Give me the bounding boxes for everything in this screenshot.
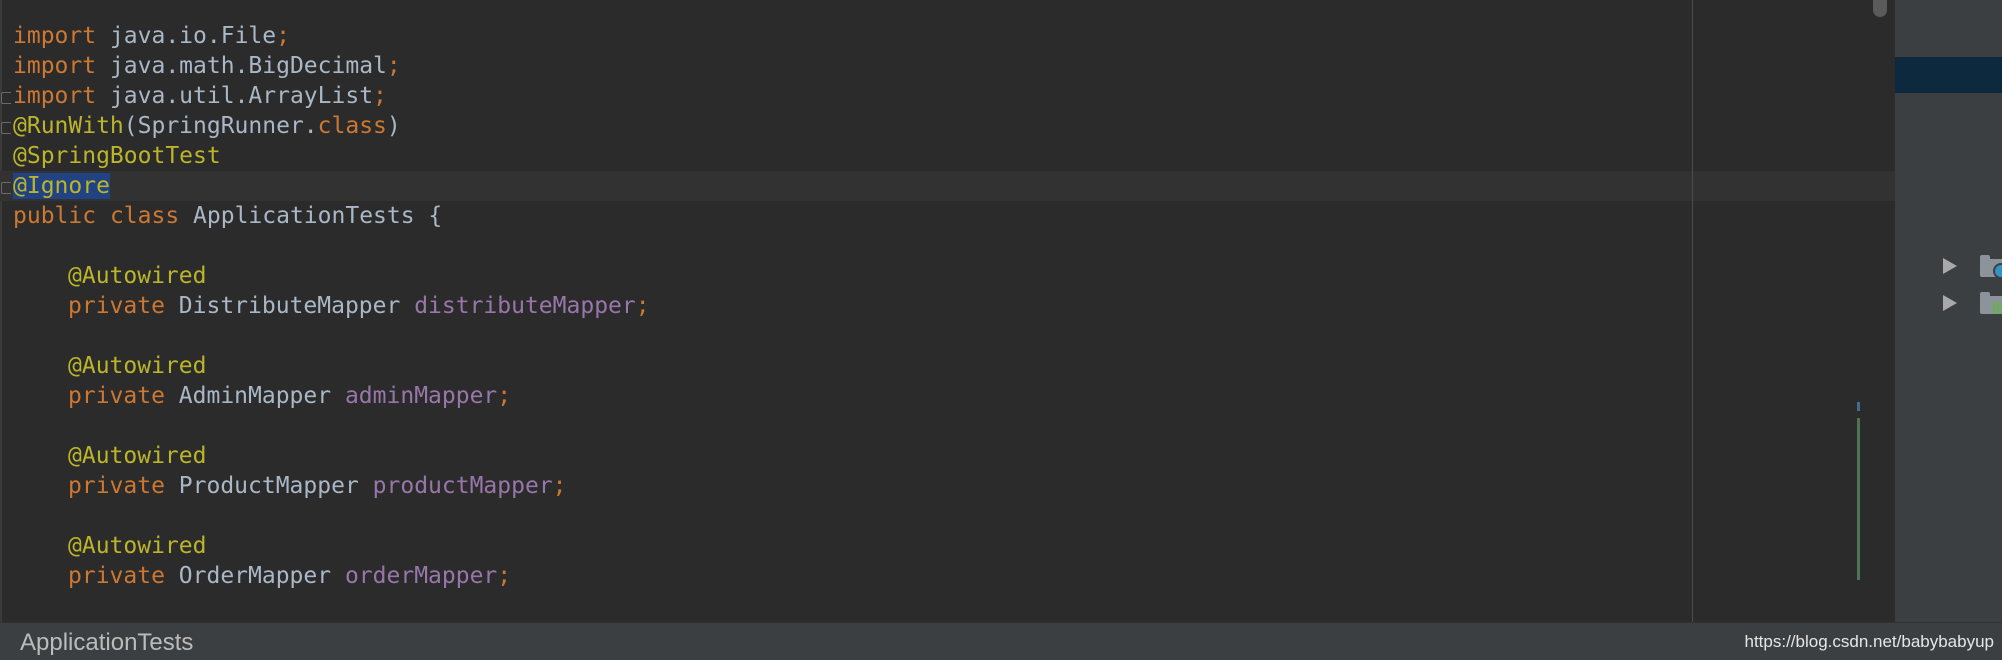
field-type: AdminMapper xyxy=(164,383,345,409)
vcs-change-marker[interactable] xyxy=(1857,418,1860,580)
right-margin-guide xyxy=(1692,0,1693,622)
current-line-highlight xyxy=(0,171,1895,201)
vertical-scrollbar-thumb[interactable] xyxy=(1873,0,1887,17)
selected-tree-row[interactable] xyxy=(1895,57,2002,93)
field-name: distributeMapper xyxy=(414,293,636,319)
keyword-private: private xyxy=(68,293,165,319)
folder-gear-icon xyxy=(1980,255,2002,279)
runwith-argument: (SpringRunner. xyxy=(123,113,318,139)
field-type: DistributeMapper xyxy=(164,293,415,319)
semicolon: ; xyxy=(276,23,290,49)
vcs-change-marker[interactable] xyxy=(1857,402,1860,411)
code-line-field[interactable]: private ProductMapper productMapper; xyxy=(68,471,567,501)
class-name: ApplicationTests { xyxy=(179,203,443,229)
code-line-field[interactable]: private AdminMapper adminMapper; xyxy=(68,381,511,411)
field-name: productMapper xyxy=(372,473,553,499)
fold-marker-icon[interactable] xyxy=(1,182,11,194)
code-line-springboottest[interactable]: @SpringBootTest xyxy=(13,141,221,171)
tree-node-folder[interactable] xyxy=(1895,250,2002,282)
keyword-public: public xyxy=(13,203,97,229)
import-path: java.math.BigDecimal xyxy=(96,53,387,79)
code-line-field[interactable]: private DistributeMapper distributeMappe… xyxy=(68,291,650,321)
field-name: adminMapper xyxy=(344,383,498,409)
annotation-ignore-selected: @Ignore xyxy=(13,173,110,199)
keyword-private: private xyxy=(68,563,165,589)
import-path: java.util.ArrayList xyxy=(96,83,374,109)
fold-marker-icon[interactable] xyxy=(1,122,11,134)
keyword-import: import xyxy=(13,53,97,79)
keyword-private: private xyxy=(68,473,165,499)
semicolon: ; xyxy=(635,293,650,319)
semicolon: ; xyxy=(497,383,512,409)
semicolon: ; xyxy=(552,473,567,499)
code-line-autowired[interactable]: @Autowired xyxy=(68,261,206,291)
annotation-autowired: @Autowired xyxy=(68,443,207,469)
test-marker-icon xyxy=(1993,302,2002,314)
keyword-import: import xyxy=(13,83,97,109)
code-line-runwith[interactable]: @RunWith(SpringRunner.class) xyxy=(13,111,401,141)
project-tool-window[interactable] xyxy=(1895,0,2002,622)
code-line-class-declaration[interactable]: public class ApplicationTests { xyxy=(13,201,442,231)
code-line-autowired[interactable]: @Autowired xyxy=(68,441,206,471)
watermark-text: https://blog.csdn.net/babybabyup xyxy=(1744,632,1994,651)
keyword-class: class xyxy=(96,203,180,229)
keyword-private: private xyxy=(68,383,165,409)
field-type: ProductMapper xyxy=(164,473,373,499)
annotation-autowired: @Autowired xyxy=(68,353,207,379)
tree-node-folder[interactable] xyxy=(1895,287,2002,319)
field-name: orderMapper xyxy=(344,563,498,589)
field-type: OrderMapper xyxy=(164,563,345,589)
breadcrumb-bar: ApplicationTests https://blog.csdn.net/b… xyxy=(0,622,2002,660)
semicolon: ; xyxy=(373,83,387,109)
code-line-field[interactable]: private OrderMapper orderMapper; xyxy=(68,561,511,591)
annotation-runwith: @RunWith xyxy=(13,113,124,139)
keyword-import: import xyxy=(13,23,97,49)
annotation-autowired: @Autowired xyxy=(68,533,207,559)
gear-icon xyxy=(1993,263,2002,279)
code-line-autowired[interactable]: @Autowired xyxy=(68,351,206,381)
close-paren: ) xyxy=(386,113,401,139)
annotation-autowired: @Autowired xyxy=(68,263,207,289)
code-editor[interactable]: import java.io.File; import java.math.Bi… xyxy=(0,0,1895,622)
code-line-ignore[interactable]: @Ignore xyxy=(13,171,110,201)
triangle-right-icon[interactable] xyxy=(1943,295,1957,311)
import-path: java.io.File xyxy=(96,23,277,49)
keyword-class: class xyxy=(317,113,387,139)
semicolon: ; xyxy=(497,563,512,589)
code-line-import-file[interactable]: import java.io.File; xyxy=(13,21,290,51)
breadcrumb-class[interactable]: ApplicationTests xyxy=(20,627,193,659)
fold-marker-icon[interactable] xyxy=(1,92,11,104)
triangle-right-icon[interactable] xyxy=(1943,258,1957,274)
semicolon: ; xyxy=(386,53,401,79)
code-line-autowired[interactable]: @Autowired xyxy=(68,531,206,561)
folder-test-icon xyxy=(1980,292,2002,314)
annotation-springboottest: @SpringBootTest xyxy=(13,143,221,169)
code-line-import-arraylist[interactable]: import java.util.ArrayList; xyxy=(13,81,387,111)
code-line-import-bigdecimal[interactable]: import java.math.BigDecimal; xyxy=(13,51,401,81)
